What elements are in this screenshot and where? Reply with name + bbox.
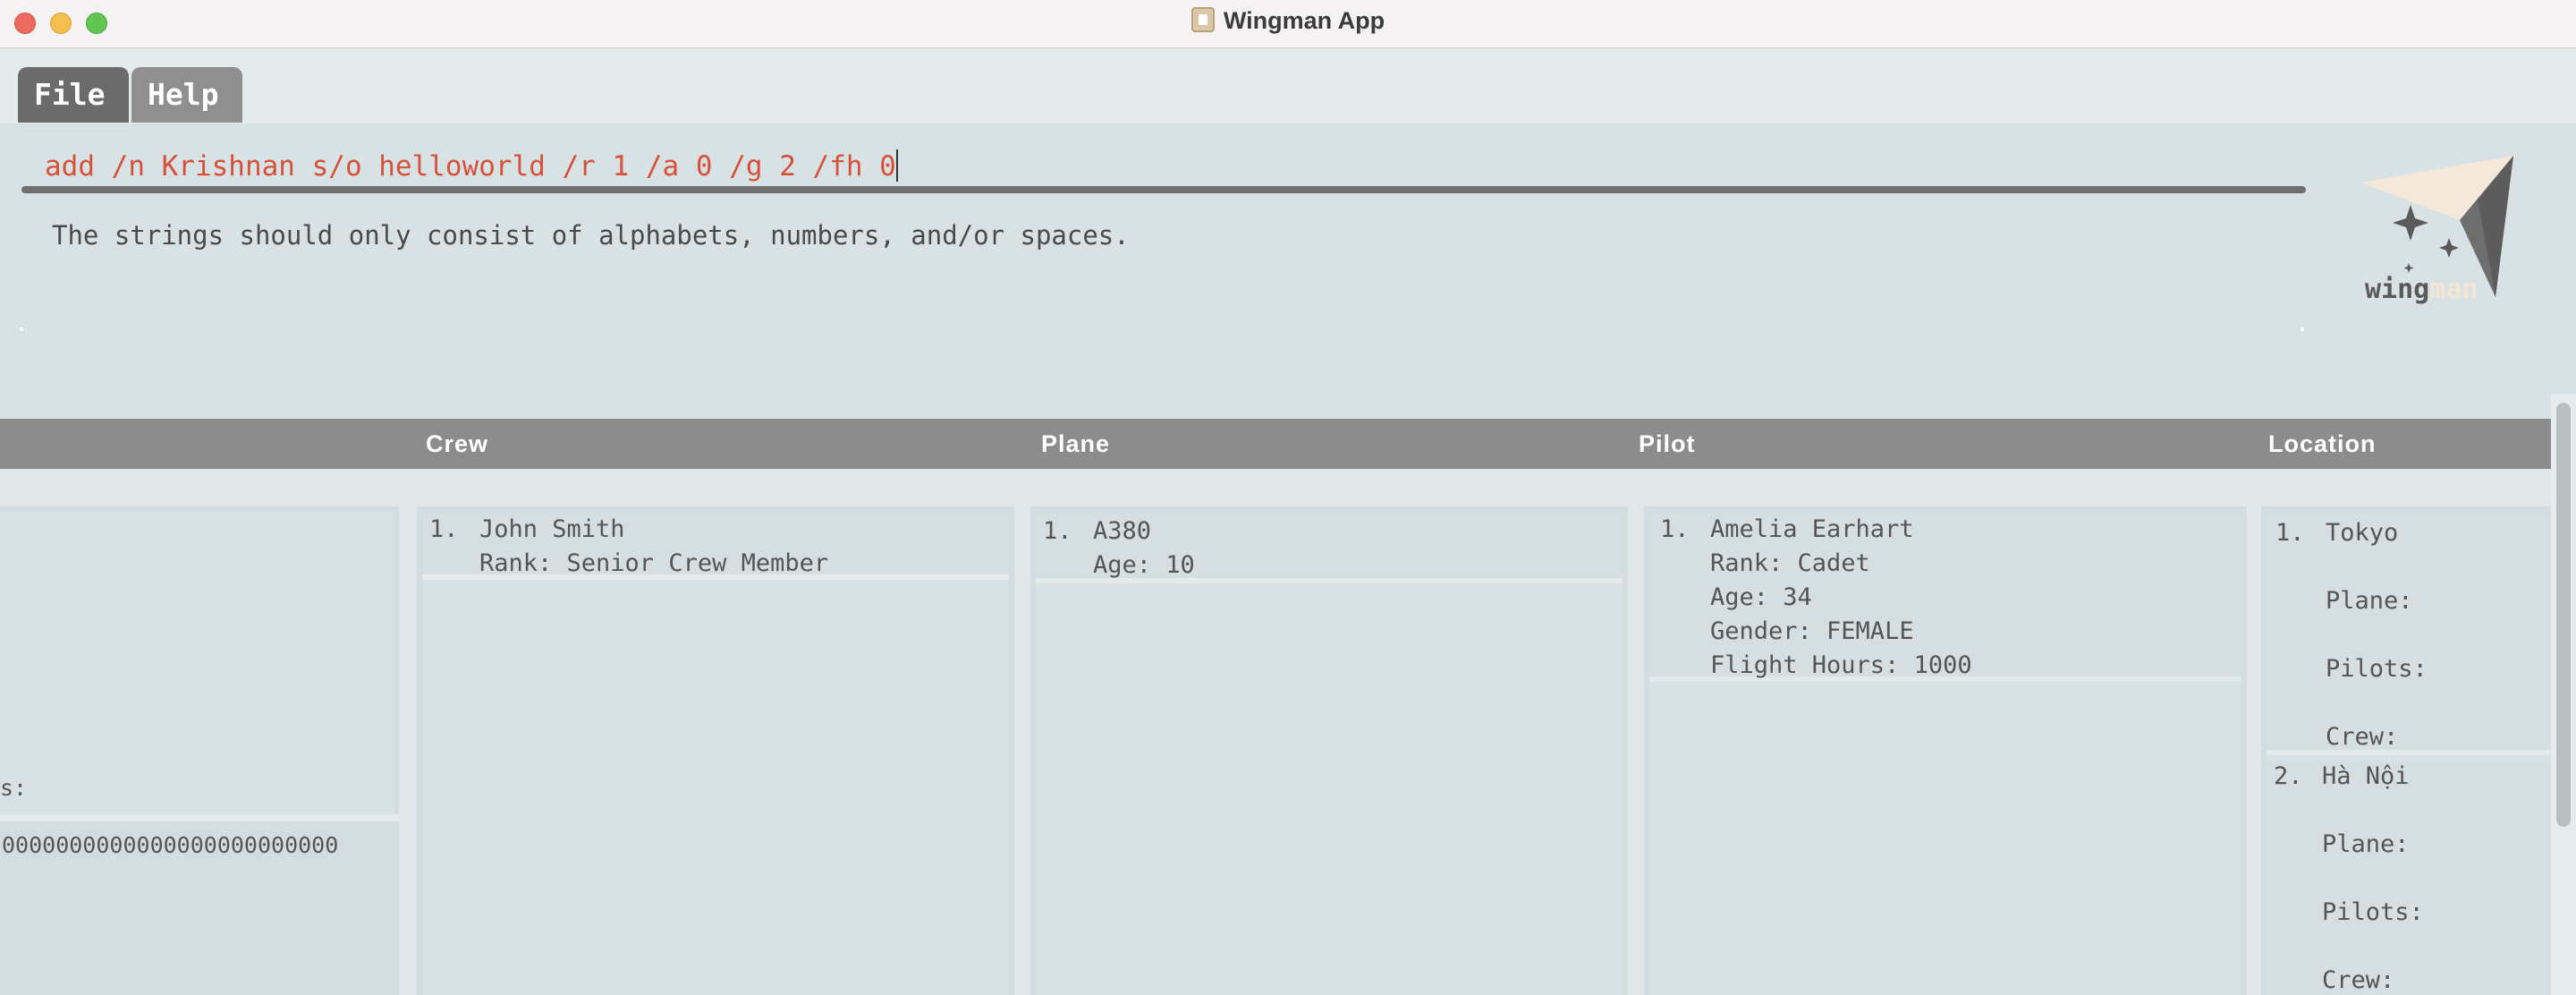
crew-card-name: John Smith bbox=[479, 515, 625, 543]
result-display: The strings should only consist of alpha… bbox=[52, 220, 1130, 251]
location-list-inner: 1. Tokyo Plane: Pilots: Crew: 2. Hà Nội … bbox=[2267, 512, 2551, 995]
pilot-card-rank: Rank: Cadet bbox=[1710, 549, 1870, 577]
command-input-underline bbox=[21, 186, 2306, 193]
location-card-plane: Plane: bbox=[2322, 830, 2410, 858]
crew-card[interactable]: 1. John Smith Rank: Senior Crew Member bbox=[422, 512, 1009, 580]
left-partial-label: s: bbox=[0, 775, 28, 801]
pilot-card-index: 1. bbox=[1660, 515, 1690, 543]
location-card-index: 1. bbox=[2275, 519, 2305, 547]
title-bar: Wingman App bbox=[0, 0, 2576, 48]
location-card-crew: Crew: bbox=[2322, 966, 2395, 994]
command-input-text: add /n Krishnan s/o helloworld /r 1 /a 0… bbox=[45, 150, 896, 183]
crew-list-inner: 1. John Smith Rank: Senior Crew Member bbox=[422, 512, 1009, 995]
plane-card-age: Age: 10 bbox=[1093, 551, 1195, 579]
left-partial-panel[interactable]: s: 0000000000000000000000000 bbox=[0, 506, 399, 995]
logo-wordmark: wingman bbox=[2365, 274, 2479, 305]
location-card-tokyo[interactable]: 1. Tokyo Plane: Pilots: Crew: bbox=[2267, 512, 2551, 755]
location-list-panel[interactable]: 1. Tokyo Plane: Pilots: Crew: 2. Hà Nội … bbox=[2261, 506, 2551, 995]
column-header-crew: Crew bbox=[426, 430, 489, 457]
menu-help[interactable]: Help bbox=[131, 67, 242, 123]
pilot-list-panel[interactable]: 1. Amelia Earhart Rank: Cadet Age: 34 Ge… bbox=[1644, 506, 2247, 995]
list-header-bar: Crew Plane Pilot Location bbox=[0, 419, 2576, 469]
scrollbar-thumb[interactable] bbox=[2556, 403, 2571, 827]
plane-card-index: 1. bbox=[1043, 517, 1072, 545]
command-input[interactable]: add /n Krishnan s/o helloworld /r 1 /a 0… bbox=[21, 140, 2302, 193]
left-partial-value: 0000000000000000000000000 bbox=[2, 832, 339, 858]
pilot-card-name: Amelia Earhart bbox=[1710, 515, 1914, 543]
location-card-crew: Crew: bbox=[2326, 723, 2399, 751]
pilot-list-inner: 1. Amelia Earhart Rank: Cadet Age: 34 Ge… bbox=[1649, 512, 2241, 995]
location-card-index: 2. bbox=[2274, 762, 2303, 790]
lists-area: s: 0000000000000000000000000 1. John Smi… bbox=[0, 469, 2556, 995]
plane-list-panel[interactable]: 1. A380 Age: 10 bbox=[1030, 506, 1628, 995]
location-card-pilots: Pilots: bbox=[2322, 898, 2424, 926]
command-area: add /n Krishnan s/o helloworld /r 1 /a 0… bbox=[0, 123, 2576, 419]
menu-file[interactable]: File bbox=[18, 67, 129, 123]
vertical-scrollbar[interactable] bbox=[2551, 394, 2576, 995]
text-caret bbox=[895, 149, 898, 182]
result-box-corner-right bbox=[2301, 327, 2304, 331]
left-partial-card bbox=[0, 512, 394, 814]
app-icon bbox=[1191, 7, 1215, 32]
column-header-location: Location bbox=[2268, 430, 2377, 457]
location-card-name: Hà Nội bbox=[2322, 762, 2410, 790]
pilot-card-gender: Gender: FEMALE bbox=[1710, 617, 1914, 645]
pilot-card-flight-hours: Flight Hours: 1000 bbox=[1710, 651, 1972, 679]
crew-list-panel[interactable]: 1. John Smith Rank: Senior Crew Member bbox=[417, 506, 1014, 995]
column-header-pilot: Pilot bbox=[1639, 430, 1696, 457]
location-card-name: Tokyo bbox=[2326, 519, 2399, 547]
window-title-wrap: Wingman App bbox=[0, 7, 2576, 35]
crew-card-rank: Rank: Senior Crew Member bbox=[479, 549, 829, 577]
divider bbox=[0, 814, 399, 821]
menu-bar: File Help bbox=[0, 49, 2576, 123]
location-card-plane: Plane: bbox=[2326, 587, 2413, 615]
plane-card-name: A380 bbox=[1093, 517, 1152, 545]
pilot-card-age: Age: 34 bbox=[1710, 583, 1812, 611]
column-header-plane: Plane bbox=[1041, 430, 1111, 457]
sparkle-icon bbox=[2393, 205, 2428, 241]
location-card-hanoi[interactable]: 2. Hà Nội Plane: Pilots: Crew: bbox=[2267, 761, 2551, 995]
wingman-logo: wingman bbox=[2343, 138, 2522, 317]
crew-card-index: 1. bbox=[429, 515, 459, 543]
pilot-card[interactable]: 1. Amelia Earhart Rank: Cadet Age: 34 Ge… bbox=[1649, 512, 2241, 682]
window-title: Wingman App bbox=[1223, 7, 1385, 34]
plane-card[interactable]: 1. A380 Age: 10 bbox=[1036, 512, 1623, 583]
location-card-pilots: Pilots: bbox=[2326, 655, 2428, 683]
result-box-corner-left bbox=[20, 327, 23, 331]
plane-list-inner: 1. A380 Age: 10 bbox=[1036, 512, 1623, 995]
